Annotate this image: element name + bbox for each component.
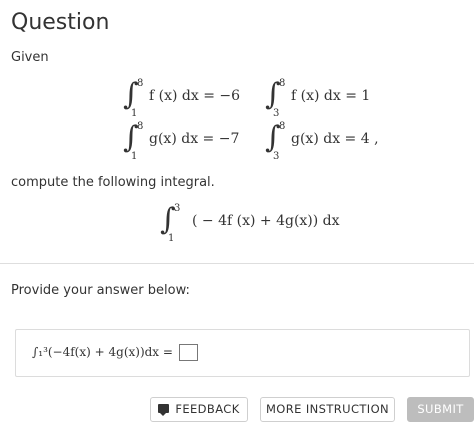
page-title: Question [11, 10, 110, 35]
integral-body: f (x) dx = 1 [291, 88, 371, 104]
upper-limit: 8 [137, 78, 144, 89]
upper-limit: 8 [279, 78, 286, 89]
lower-limit: 1 [131, 108, 138, 119]
upper-limit: 8 [137, 121, 144, 132]
lower-limit: 3 [273, 151, 280, 162]
speech-bubble-icon [158, 404, 170, 416]
compute-label: compute the following integral. [11, 175, 215, 190]
more-instruction-label: MORE INSTRUCTION [265, 402, 390, 416]
integral-body: g(x) dx = −7 [149, 131, 240, 147]
upper-limit: 3 [174, 203, 181, 214]
answer-panel: ∫₁³(−4f(x) + 4g(x))dx = [15, 329, 470, 377]
more-instruction-button[interactable]: MORE INSTRUCTION [260, 397, 395, 422]
submit-button[interactable]: SUBMIT [407, 397, 474, 422]
submit-label: SUBMIT [417, 402, 464, 416]
integral-body: ( − 4f (x) + 4g(x)) dx [192, 213, 340, 229]
integral-body: g(x) dx = 4 , [291, 131, 379, 147]
lower-limit: 3 [273, 108, 280, 119]
answer-input[interactable] [178, 344, 198, 361]
answer-row: ∫₁³(−4f(x) + 4g(x))dx = [32, 344, 198, 361]
section-divider [0, 263, 474, 264]
feedback-label: FEEDBACK [175, 402, 240, 416]
upper-limit: 8 [279, 121, 286, 132]
lower-limit: 1 [131, 151, 138, 162]
integral-body: f (x) dx = −6 [149, 88, 241, 104]
answer-expression: ∫₁³(−4f(x) + 4g(x))dx = [32, 345, 173, 359]
given-label: Given [11, 50, 49, 65]
lower-limit: 1 [168, 233, 175, 244]
answer-prompt: Provide your answer below: [11, 283, 190, 298]
feedback-button[interactable]: FEEDBACK [150, 397, 248, 422]
